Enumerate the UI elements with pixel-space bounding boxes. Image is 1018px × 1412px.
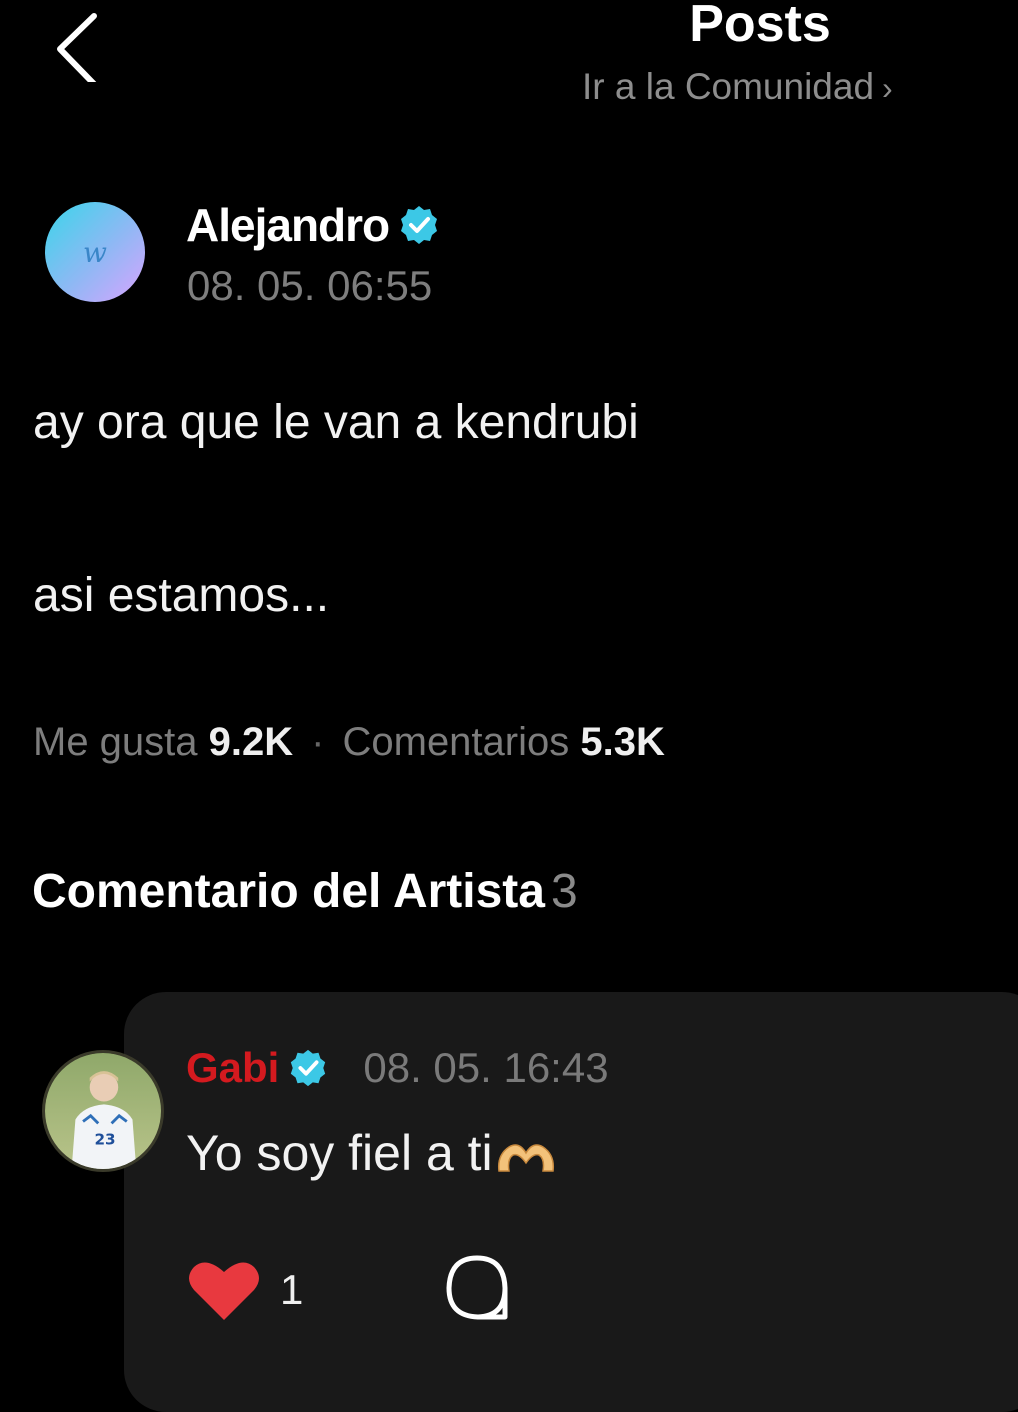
stats-separator: · [311, 720, 325, 764]
comment-timestamp: 08. 05. 16:43 [363, 1044, 609, 1091]
post-author: Alejandro [186, 198, 441, 252]
reply-button[interactable] [442, 1252, 512, 1324]
comment-header: Gabi 08. 05. 16:43 [186, 1044, 609, 1092]
verified-badge-icon [291, 1049, 326, 1087]
post-stats: Me gusta 9.2K · Comentarios 5.3K [33, 720, 665, 765]
author-avatar[interactable]: w [45, 202, 145, 302]
heart-icon [189, 1262, 259, 1320]
community-link-label: Ir a la Comunidad [582, 66, 875, 107]
like-button[interactable] [186, 1258, 262, 1324]
community-link[interactable]: Ir a la Comunidad › [582, 66, 893, 108]
verified-badge-icon [401, 206, 438, 244]
avatar-letter: w [83, 235, 107, 269]
likes-value: 9.2K [208, 720, 294, 764]
like-count: 1 [280, 1266, 304, 1313]
likes-label: Me gusta [33, 720, 198, 764]
chevron-right-icon: › [882, 70, 893, 106]
post-text-line: ay ora que le van a kendrubi [33, 396, 639, 449]
commenter-photo: 23 [45, 1053, 161, 1169]
comments-stat[interactable]: Comentarios 5.3K [342, 720, 664, 764]
author-name[interactable]: Alejandro [186, 198, 390, 252]
post-text-line: asi estamos... [33, 569, 330, 622]
post-timestamp: 08. 05. 06:55 [187, 262, 433, 309]
artist-comments-title: Comentario del Artista [32, 865, 545, 918]
svg-text:23: 23 [94, 1130, 115, 1148]
comments-label: Comentarios [342, 720, 570, 764]
page-title: Posts [689, 0, 831, 53]
artist-comments-heading: Comentario del Artista 3 [32, 864, 578, 919]
comment-bubble-icon [446, 1255, 508, 1320]
chevron-left-icon [57, 13, 97, 87]
comments-value: 5.3K [580, 720, 665, 764]
heart-hands-emoji-icon [497, 1144, 554, 1172]
likes-stat[interactable]: Me gusta 9.2K [33, 720, 293, 764]
comment-text: Yo soy fiel a ti [186, 1124, 557, 1182]
comment-body: Yo soy fiel a ti [186, 1125, 493, 1181]
back-button[interactable] [50, 12, 110, 87]
commenter-avatar[interactable]: 23 [42, 1050, 164, 1172]
artist-comments-count: 3 [550, 865, 578, 918]
commenter-name[interactable]: Gabi [186, 1044, 279, 1092]
